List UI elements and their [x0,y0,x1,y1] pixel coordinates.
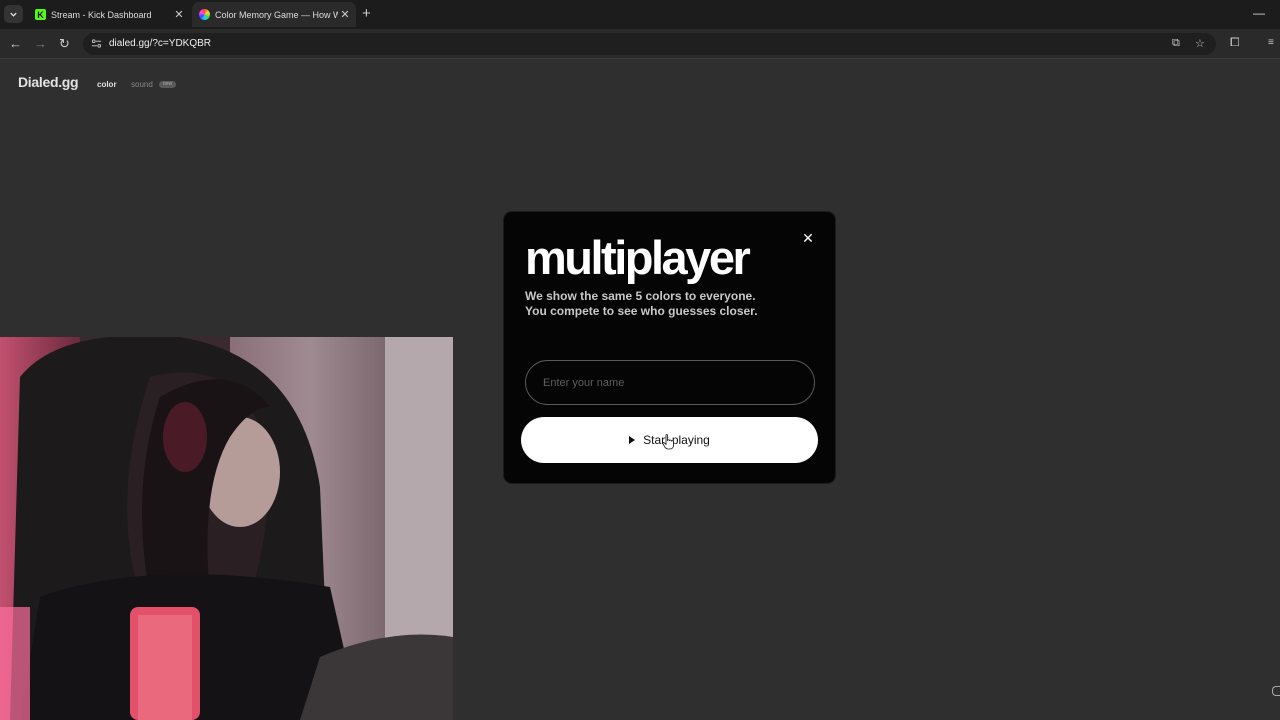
description-line: We show the same 5 colors to everyone. [525,289,756,303]
chat-bubble-icon[interactable] [1272,686,1280,696]
back-arrow-icon[interactable]: ← [9,35,22,53]
name-input[interactable] [525,360,815,405]
description-line: You compete to see who guesses closer. [525,304,758,318]
window-minimize-icon[interactable]: — [1253,6,1265,20]
bookmark-star-icon[interactable]: ☆ [1195,37,1205,50]
browser-toolbar: ← → ↻ dialed.gg/?c=YDKQBR ⧉ ☆ [0,29,1280,59]
nav-sound-link[interactable]: sound [131,80,153,89]
tab-title: Stream - Kick Dashboard [51,9,152,20]
install-app-icon[interactable]: ⧉ [1172,37,1180,50]
close-icon[interactable]: ✕ [801,231,815,245]
kick-logo-icon: K [35,9,46,20]
color-wheel-icon [199,9,210,20]
new-tab-plus-icon[interactable]: + [362,5,371,22]
tab-color-memory-game[interactable]: Color Memory Game — How W ✕ [192,2,356,27]
start-playing-label: Start playing [643,433,710,447]
address-bar[interactable]: dialed.gg/?c=YDKQBR ⧉ ☆ [83,33,1216,55]
extensions-icon[interactable]: ⧠ [1230,35,1240,50]
webcam-overlay [0,337,453,720]
site-info-icon[interactable] [91,38,102,49]
forward-arrow-icon[interactable]: → [34,35,47,53]
reload-icon[interactable]: ↻ [59,35,70,53]
nav-color-link[interactable]: color [97,80,117,89]
browser-tab-strip: K Stream - Kick Dashboard ✕ Color Memory… [0,0,1280,29]
tab-kick-dashboard[interactable]: K Stream - Kick Dashboard ✕ [28,2,190,27]
side-panel-icon[interactable]: ≡ [1268,37,1274,48]
tab-close-icon[interactable]: ✕ [338,8,352,21]
site-logo[interactable]: Dialed.gg [18,74,79,90]
hand-cursor-icon [662,434,674,450]
modal-description: We show the same 5 colors to everyone. Y… [525,289,805,319]
modal-title: multiplayer [525,231,751,284]
chevron-down-icon [10,12,17,17]
new-badge: new [159,81,176,88]
tab-search-button[interactable] [4,5,23,23]
tab-close-icon[interactable]: ✕ [172,8,186,21]
url-text: dialed.gg/?c=YDKQBR [109,38,212,49]
play-icon [629,436,636,444]
tab-title: Color Memory Game — How W [215,9,338,20]
streamer-video-image [0,337,453,720]
